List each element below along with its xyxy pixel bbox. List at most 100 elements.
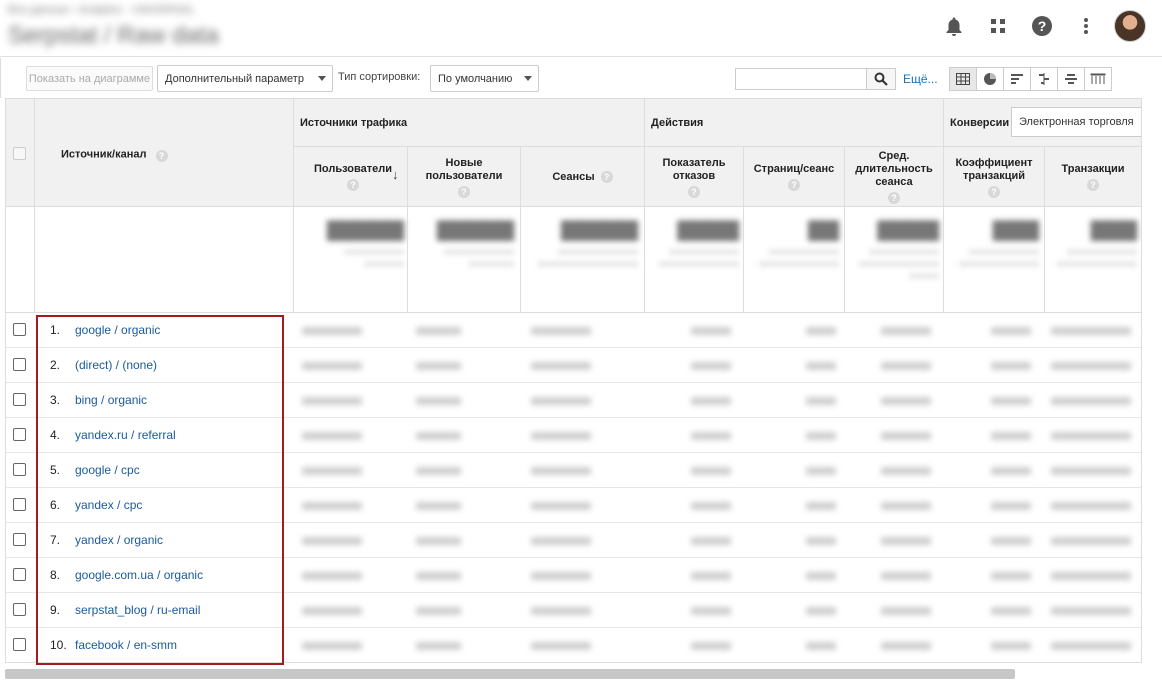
sort-type-value: По умолчанию <box>438 72 513 85</box>
blurred-metric-value <box>416 572 461 580</box>
blurred-metric-value <box>691 572 731 580</box>
total-avg-duration-blurred: ▇▇▇▇ <box>851 217 939 307</box>
comparison-view-button[interactable] <box>1030 67 1058 91</box>
blurred-metric-value <box>691 502 731 510</box>
row-checkbox[interactable] <box>13 533 26 546</box>
column-divider <box>844 147 845 327</box>
blurred-line <box>759 262 839 266</box>
column-divider <box>407 147 408 327</box>
help-icon[interactable]: ? <box>788 179 800 191</box>
blurred-metric-value <box>531 642 591 650</box>
pie-view-button[interactable] <box>976 67 1004 91</box>
column-divider <box>743 147 744 327</box>
conversion-rate-column-header[interactable]: Коэффициент транзакций ? <box>944 147 1044 207</box>
help-icon[interactable]: ? <box>688 185 700 198</box>
source-medium-link[interactable]: google.com.ua / organic <box>75 568 203 582</box>
plot-rows-button: Показать на диаграмме <box>26 66 153 91</box>
blurred-metric-value <box>806 607 836 615</box>
row-checkbox[interactable] <box>13 498 26 511</box>
top-icons: ? <box>928 10 1148 42</box>
search-input[interactable] <box>735 68 867 90</box>
row-checkbox[interactable] <box>13 428 26 441</box>
blurred-metric-value <box>691 362 731 370</box>
term-cloud-view-button[interactable] <box>1057 67 1085 91</box>
total-bounce-rate-blurred: ▇▇▇▇ <box>651 217 739 307</box>
users-header-label: Пользователи <box>313 163 392 175</box>
bounce-rate-column-header[interactable]: Показатель отказов ? <box>645 147 743 207</box>
source-medium-link[interactable]: yandex.ru / referral <box>75 428 176 442</box>
source-medium-link[interactable]: yandex / organic <box>75 533 163 547</box>
help-icon[interactable]: ? <box>888 192 900 204</box>
more-vert-icon[interactable] <box>1068 10 1104 42</box>
blurred-line <box>769 250 839 254</box>
blurred-metric-value <box>531 607 591 615</box>
conversions-type-dropdown[interactable]: Электронная торговля <box>1011 107 1141 137</box>
total-pages-per-session-blurred: ▇▇ <box>751 217 839 307</box>
secondary-dimension-dropdown[interactable]: Дополнительный параметр <box>157 65 333 92</box>
help-icon[interactable]: ? <box>988 185 1000 198</box>
blurred-metric-value <box>806 537 836 545</box>
new-users-column-header[interactable]: Новые пользователи ? <box>408 147 520 207</box>
row-number: 6. <box>50 498 61 512</box>
blurred-metric-value <box>806 362 836 370</box>
help-icon[interactable]: ? <box>1024 10 1060 42</box>
source-medium-link[interactable]: google / organic <box>75 323 160 337</box>
sort-type-dropdown[interactable]: По умолчанию <box>430 65 539 92</box>
row-checkbox[interactable] <box>13 603 26 616</box>
row-checkbox[interactable] <box>13 568 26 581</box>
source-medium-link[interactable]: yandex / cpc <box>75 498 142 512</box>
performance-view-button[interactable] <box>1003 67 1031 91</box>
source-medium-link[interactable]: serpstat_blog / ru-email <box>75 603 200 617</box>
bell-icon[interactable] <box>936 10 972 42</box>
source-medium-link[interactable]: facebook / en-smm <box>75 638 177 652</box>
help-icon[interactable]: ? <box>347 179 359 191</box>
sort-descending-icon: ↓ <box>392 167 399 182</box>
report-toolbar: Показать на диаграмме Дополнительный пар… <box>0 58 1162 98</box>
avatar[interactable] <box>1112 10 1148 42</box>
source-medium-header[interactable]: Источник/канал ? <box>61 147 168 162</box>
row-number: 5. <box>50 463 61 477</box>
pivot-view-button[interactable] <box>1084 67 1112 91</box>
blurred-value: ▇▇▇▇ <box>877 219 939 241</box>
blurred-line <box>909 274 939 278</box>
select-all-checkbox[interactable] <box>13 147 26 160</box>
transactions-column-header[interactable]: Транзакции ? <box>1045 147 1141 207</box>
row-checkbox[interactable] <box>13 393 26 406</box>
blurred-metric-value <box>1051 537 1131 545</box>
help-icon[interactable]: ? <box>155 150 168 162</box>
blurred-line <box>558 250 638 254</box>
blurred-line <box>959 262 1039 266</box>
advanced-filter-link[interactable]: Ещё... <box>903 72 938 86</box>
sort-type-label: Тип сортировки: <box>338 71 421 83</box>
avatar-image <box>1114 10 1146 42</box>
blurred-line <box>469 262 514 266</box>
blurred-metric-value <box>991 362 1031 370</box>
table-row: 6. yandex / cpc <box>6 488 1141 523</box>
table-row: 4. yandex.ru / referral <box>6 418 1141 453</box>
users-column-header[interactable]: Пользователи ? <box>299 147 407 207</box>
blurred-metric-value <box>302 467 362 475</box>
source-medium-link[interactable]: (direct) / (none) <box>75 358 157 372</box>
help-icon[interactable]: ? <box>458 185 470 198</box>
avg-session-duration-column-header[interactable]: Сред. длительность сеанса ? <box>845 147 943 207</box>
apps-icon[interactable] <box>980 10 1016 42</box>
row-checkbox[interactable] <box>13 463 26 476</box>
horizontal-scrollbar[interactable] <box>5 669 1015 679</box>
table-row: 10. facebook / en-smm <box>6 628 1141 662</box>
search-button[interactable] <box>866 68 896 90</box>
help-icon[interactable]: ? <box>1087 179 1099 191</box>
row-checkbox[interactable] <box>13 323 26 336</box>
source-medium-link[interactable]: google / cpc <box>75 463 140 477</box>
pages-per-session-header-label: Страниц/сеанс <box>753 163 835 175</box>
blurred-metric-value <box>881 642 931 650</box>
row-checkbox[interactable] <box>13 638 26 651</box>
row-checkbox[interactable] <box>13 358 26 371</box>
sessions-column-header[interactable]: Сеансы ? <box>521 147 644 207</box>
sessions-header-label: Сеансы <box>552 170 595 183</box>
column-divider <box>1044 147 1045 327</box>
source-medium-link[interactable]: bing / organic <box>75 393 147 407</box>
help-icon[interactable]: ? <box>600 171 613 183</box>
table-view-button[interactable] <box>949 67 977 91</box>
table-view-icon <box>956 73 970 85</box>
pages-per-session-column-header[interactable]: Страниц/сеанс ? <box>744 147 844 207</box>
